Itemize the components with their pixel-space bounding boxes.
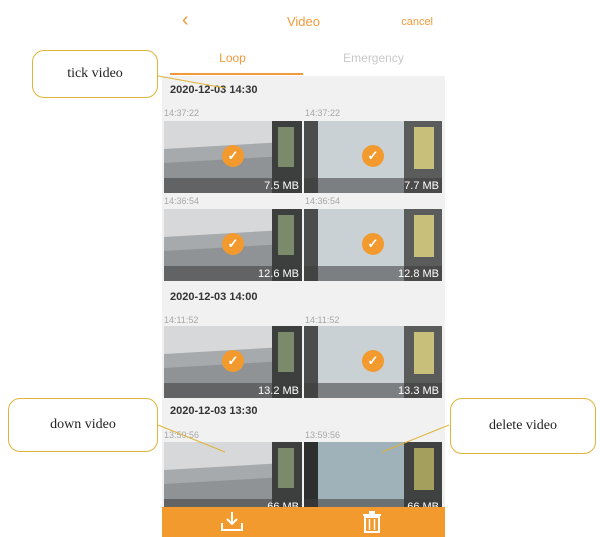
clip-size: 13.3 MB: [398, 385, 439, 397]
clip-time: 14:37:22: [305, 108, 341, 118]
clip-time: 13:59:56: [305, 430, 341, 440]
tab-emergency[interactable]: Emergency: [303, 40, 444, 76]
down-video-callout: down video: [8, 398, 158, 452]
video-thumbnail[interactable]: ✓ 13.3 MB: [304, 326, 442, 398]
clip-time: 14:11:52: [164, 315, 199, 325]
group-title: 2020-12-03 14:00: [170, 291, 258, 303]
tab-loop[interactable]: Loop: [162, 40, 303, 76]
app-screen: ‹ Video cancel Loop Emergency 2020-12-03…: [162, 0, 445, 537]
clip-time: 14:36:54: [164, 196, 200, 206]
checked-icon[interactable]: ✓: [362, 350, 384, 372]
clip-size: 12.8 MB: [398, 268, 439, 280]
tick-video-callout: tick video: [32, 50, 158, 98]
clip-time: 14:11:52: [305, 315, 340, 325]
video-thumbnail[interactable]: ✓ 7.7 MB: [304, 121, 442, 193]
video-thumbnail[interactable]: 66 MB: [304, 442, 442, 514]
clip-size: 7.7 MB: [404, 180, 439, 192]
top-bar: ‹ Video cancel: [162, 0, 445, 40]
group-title: 2020-12-03 14:30: [170, 84, 258, 96]
clip-time: 14:36:54: [305, 196, 341, 206]
group-title: 2020-12-03 13:30: [170, 405, 258, 417]
clip-time: 13:59:56: [164, 430, 200, 440]
video-thumbnail[interactable]: ✓ 12.8 MB: [304, 209, 442, 281]
active-tab-indicator: [170, 73, 303, 75]
cancel-button[interactable]: cancel: [401, 16, 433, 28]
bottom-action-bar: [162, 507, 445, 537]
clip-size: 7.5 MB: [264, 180, 299, 192]
tab-bar: Loop Emergency: [162, 40, 445, 76]
checked-icon[interactable]: ✓: [222, 145, 244, 167]
trash-icon[interactable]: [360, 511, 384, 533]
clip-size: 12.6 MB: [258, 268, 299, 280]
video-thumbnail[interactable]: ✓ 7.5 MB: [164, 121, 302, 193]
video-thumbnail[interactable]: 66 MB: [164, 442, 302, 514]
clip-time: 14:37:22: [164, 108, 200, 118]
clip-size: 13.2 MB: [258, 385, 299, 397]
delete-video-callout: delete video: [450, 398, 596, 454]
video-thumbnail[interactable]: ✓ 13.2 MB: [164, 326, 302, 398]
video-thumbnail[interactable]: ✓ 12.6 MB: [164, 209, 302, 281]
checked-icon[interactable]: ✓: [362, 233, 384, 255]
checked-icon[interactable]: ✓: [222, 350, 244, 372]
download-icon[interactable]: [220, 511, 244, 533]
checked-icon[interactable]: ✓: [222, 233, 244, 255]
checked-icon[interactable]: ✓: [362, 145, 384, 167]
